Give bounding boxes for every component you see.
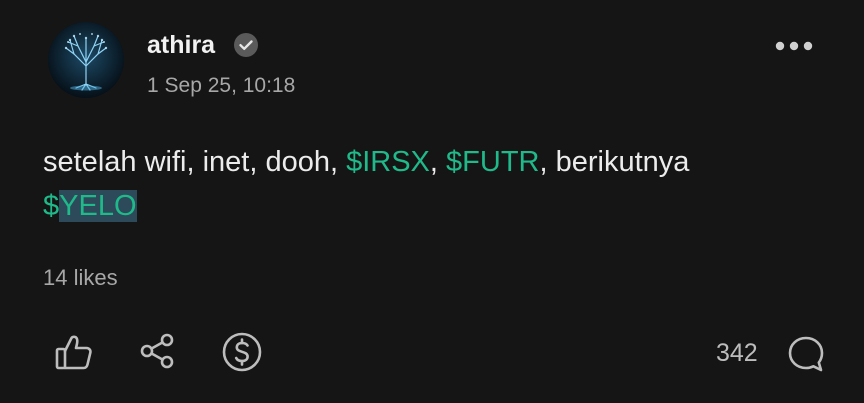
post-text-segment: , xyxy=(429,146,447,178)
likes-count[interactable]: 14 likes xyxy=(43,264,118,292)
post-text-segment: , berikutnya xyxy=(539,146,690,178)
post-body: setelah wifi, inet, dooh, $IRSX, $FUTR, … xyxy=(43,140,823,228)
ticker-irsx[interactable]: $IRSX xyxy=(346,146,430,178)
more-dots-icon[interactable] xyxy=(770,34,818,58)
ticker-futr[interactable]: $FUTR xyxy=(446,146,539,178)
comment-bubble-icon[interactable] xyxy=(786,334,826,374)
verified-check-icon xyxy=(234,33,258,57)
comment-count[interactable]: 342 xyxy=(716,337,758,369)
ticker-yelo[interactable]: $YELO xyxy=(43,190,137,222)
author-avatar[interactable] xyxy=(48,22,124,98)
share-icon[interactable] xyxy=(137,330,179,372)
ticker-yelo-prefix: $ xyxy=(43,190,60,222)
post-timestamp: 1 Sep 25, 10:18 xyxy=(147,74,296,97)
post-text-segment: setelah wifi, inet, dooh, xyxy=(43,146,347,178)
tree-avatar-image xyxy=(48,22,124,98)
thumbs-up-icon[interactable] xyxy=(52,330,96,374)
dollar-coin-icon[interactable] xyxy=(221,331,263,373)
ticker-yelo-selected-text: YELO xyxy=(59,190,137,222)
author-name[interactable]: athira xyxy=(147,30,215,60)
